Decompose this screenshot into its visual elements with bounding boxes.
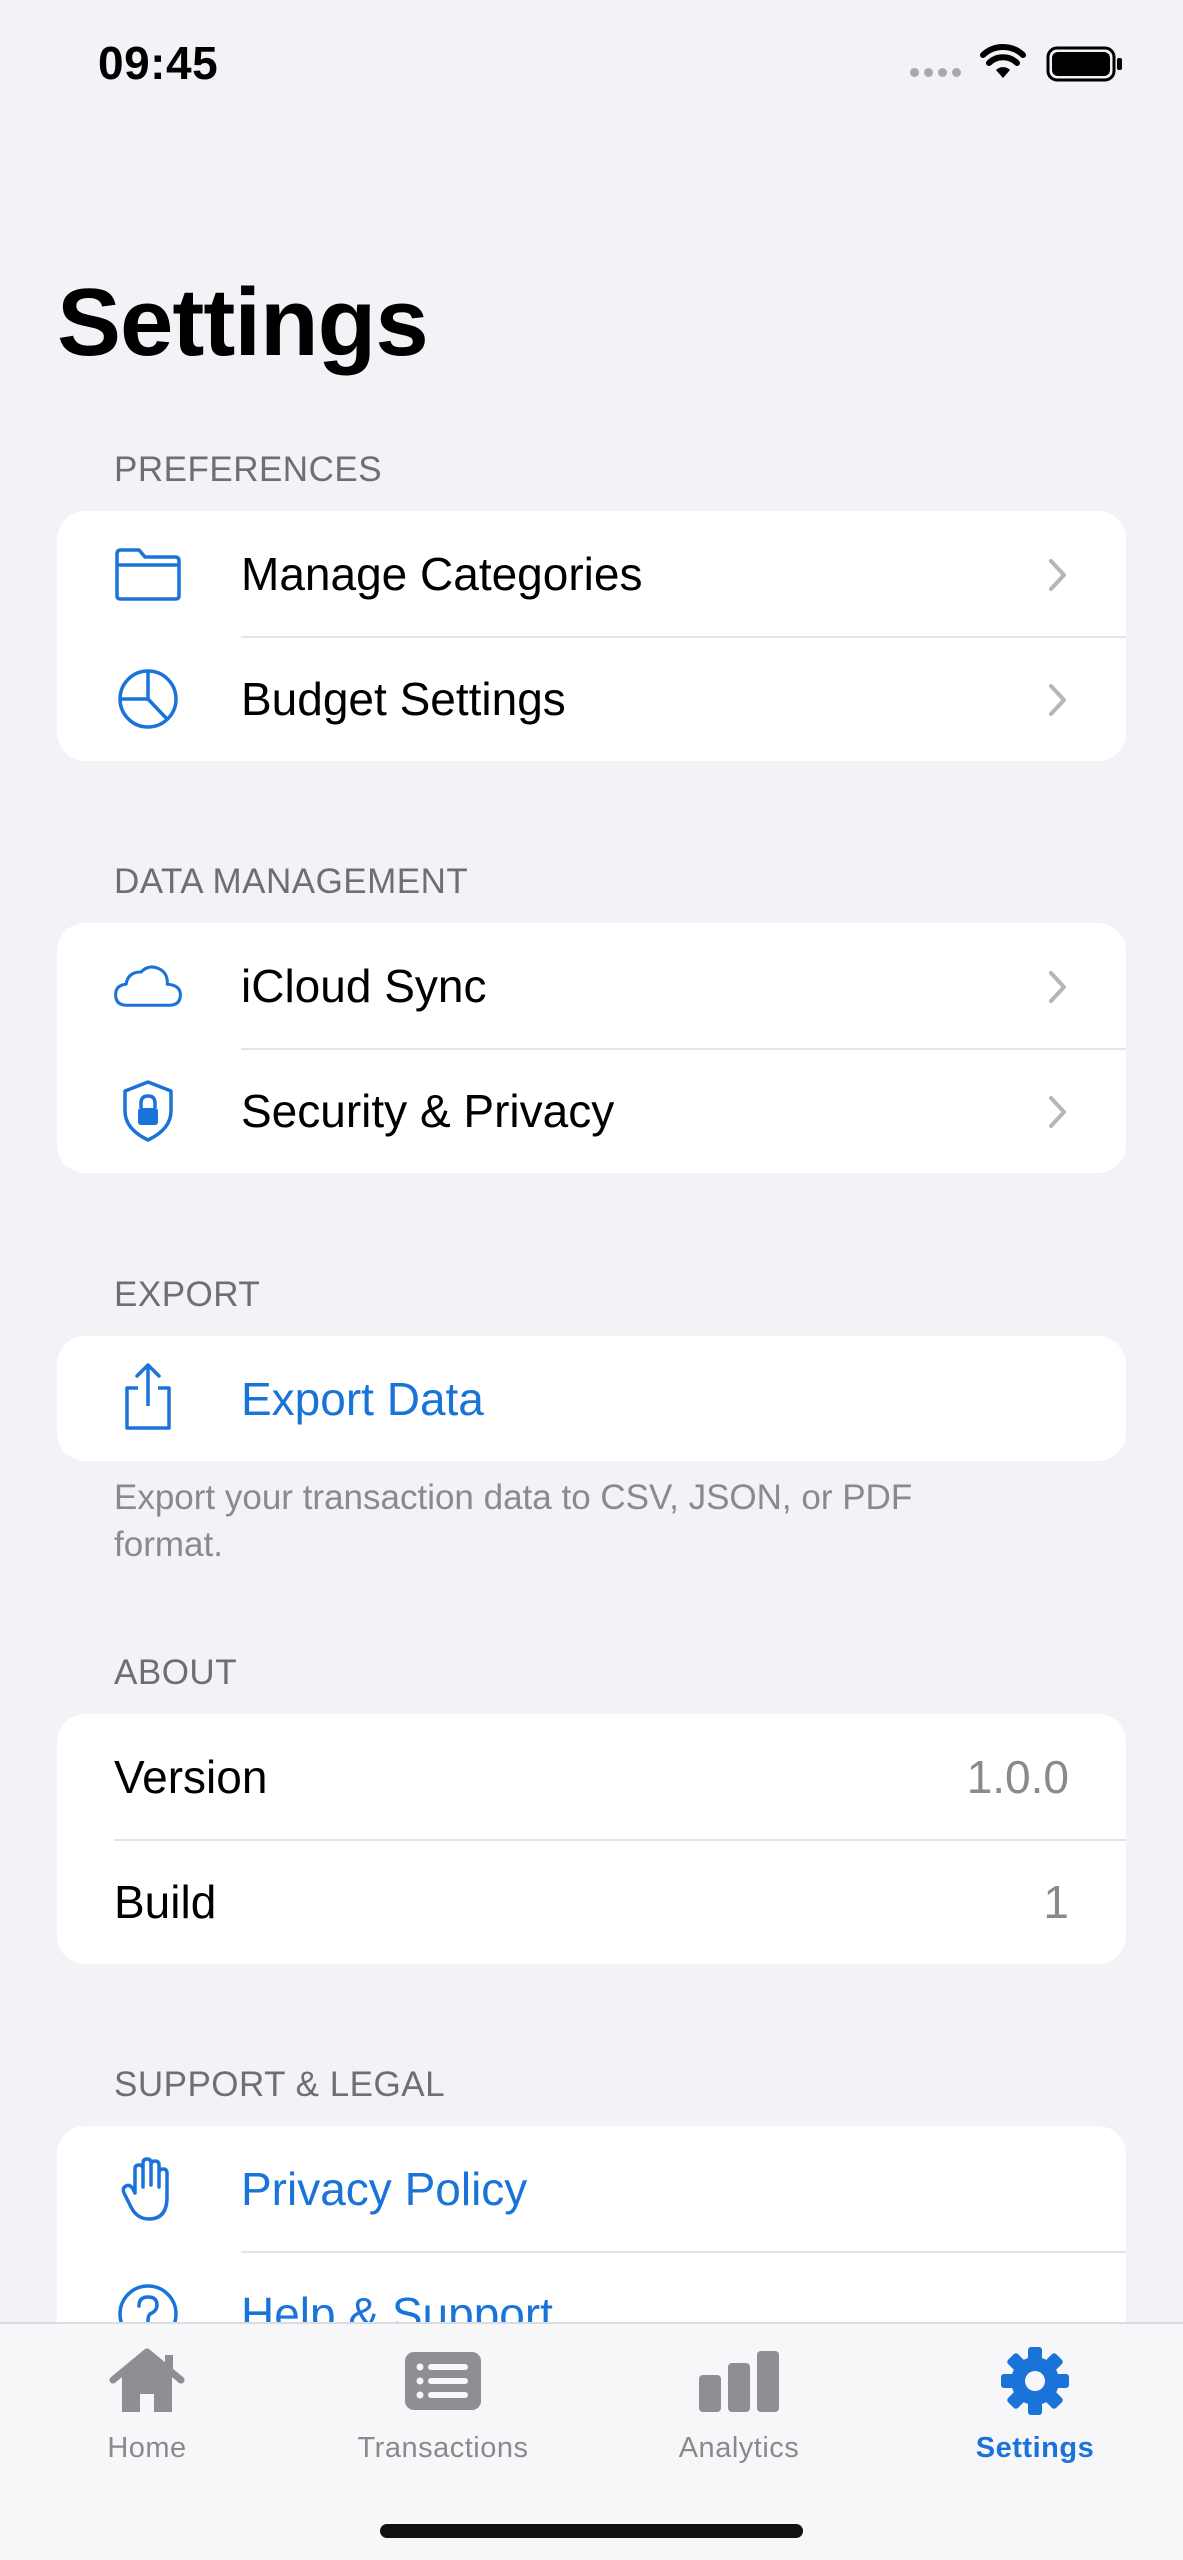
preferences-group: Manage Categories Budget Settings	[57, 511, 1126, 761]
page-title: Settings	[57, 269, 429, 376]
build-value: 1	[1043, 1875, 1069, 1928]
cloud-icon	[113, 953, 183, 1019]
bar-chart-icon	[697, 2342, 781, 2420]
export-data-row[interactable]: Export Data	[57, 1336, 1126, 1461]
tab-transactions-label: Transactions	[357, 2432, 529, 2464]
home-indicator[interactable]	[380, 2524, 803, 2538]
build-label: Build	[114, 1875, 217, 1928]
section-header-preferences: PREFERENCES	[114, 450, 383, 489]
gear-icon	[999, 2342, 1071, 2420]
status-time: 09:45	[98, 37, 219, 89]
chevron-right-icon	[1049, 559, 1066, 591]
tab-transactions[interactable]: Transactions	[323, 2342, 563, 2482]
security-privacy-label: Security & Privacy	[241, 1084, 615, 1137]
version-label: Version	[114, 1750, 268, 1803]
share-icon	[113, 1363, 183, 1430]
cellular-signal-icon	[910, 68, 961, 77]
wifi-icon	[980, 44, 1026, 78]
chevron-right-icon	[1049, 684, 1066, 716]
section-header-data-management: DATA MANAGEMENT	[114, 862, 469, 901]
budget-settings-row[interactable]: Budget Settings	[57, 636, 1126, 761]
section-header-about: ABOUT	[114, 1653, 238, 1692]
build-row: Build 1	[57, 1839, 1126, 1964]
tab-home-label: Home	[107, 2432, 187, 2464]
chevron-right-icon	[1049, 1096, 1066, 1128]
manage-categories-row[interactable]: Manage Categories	[57, 511, 1126, 636]
manage-categories-label: Manage Categories	[241, 547, 643, 600]
budget-settings-label: Budget Settings	[241, 672, 566, 725]
question-circle-icon	[113, 2281, 183, 2322]
tab-home[interactable]: Home	[27, 2342, 267, 2482]
folder-icon	[113, 541, 183, 607]
support-legal-group: Privacy Policy Help & Support	[57, 2126, 1126, 2322]
section-header-export: EXPORT	[114, 1275, 261, 1314]
section-header-support-legal: SUPPORT & LEGAL	[114, 2065, 446, 2104]
battery-icon	[1046, 46, 1122, 82]
chevron-right-icon	[1049, 971, 1066, 1003]
export-data-label: Export Data	[241, 1372, 484, 1425]
help-support-label: Help & Support	[241, 2287, 553, 2323]
help-support-row[interactable]: Help & Support	[57, 2251, 1126, 2322]
privacy-policy-row[interactable]: Privacy Policy	[57, 2126, 1126, 2251]
privacy-policy-label: Privacy Policy	[241, 2162, 528, 2215]
export-group: Export Data	[57, 1336, 1126, 1461]
settings-screen: 09:45 Settings PREFERENCES Manage Catego…	[0, 0, 1183, 2560]
pie-chart-icon	[113, 666, 183, 732]
data-management-group: iCloud Sync Security & Privacy	[57, 923, 1126, 1173]
icloud-sync-row[interactable]: iCloud Sync	[57, 923, 1126, 1048]
status-bar: 09:45	[0, 0, 1183, 130]
tab-settings-label: Settings	[975, 2432, 1095, 2464]
tab-analytics-label: Analytics	[678, 2432, 800, 2464]
house-icon	[107, 2342, 187, 2420]
icloud-sync-label: iCloud Sync	[241, 959, 487, 1012]
about-group: Version 1.0.0 Build 1	[57, 1714, 1126, 1964]
tab-analytics[interactable]: Analytics	[619, 2342, 859, 2482]
hand-raised-icon	[113, 2156, 183, 2222]
lock-shield-icon	[113, 1078, 183, 1144]
tab-settings[interactable]: Settings	[915, 2342, 1155, 2482]
export-footer-note: Export your transaction data to CSV, JSO…	[114, 1478, 913, 1564]
version-row: Version 1.0.0	[57, 1714, 1126, 1839]
list-icon	[403, 2342, 483, 2420]
version-value: 1.0.0	[966, 1750, 1069, 1803]
security-privacy-row[interactable]: Security & Privacy	[57, 1048, 1126, 1173]
